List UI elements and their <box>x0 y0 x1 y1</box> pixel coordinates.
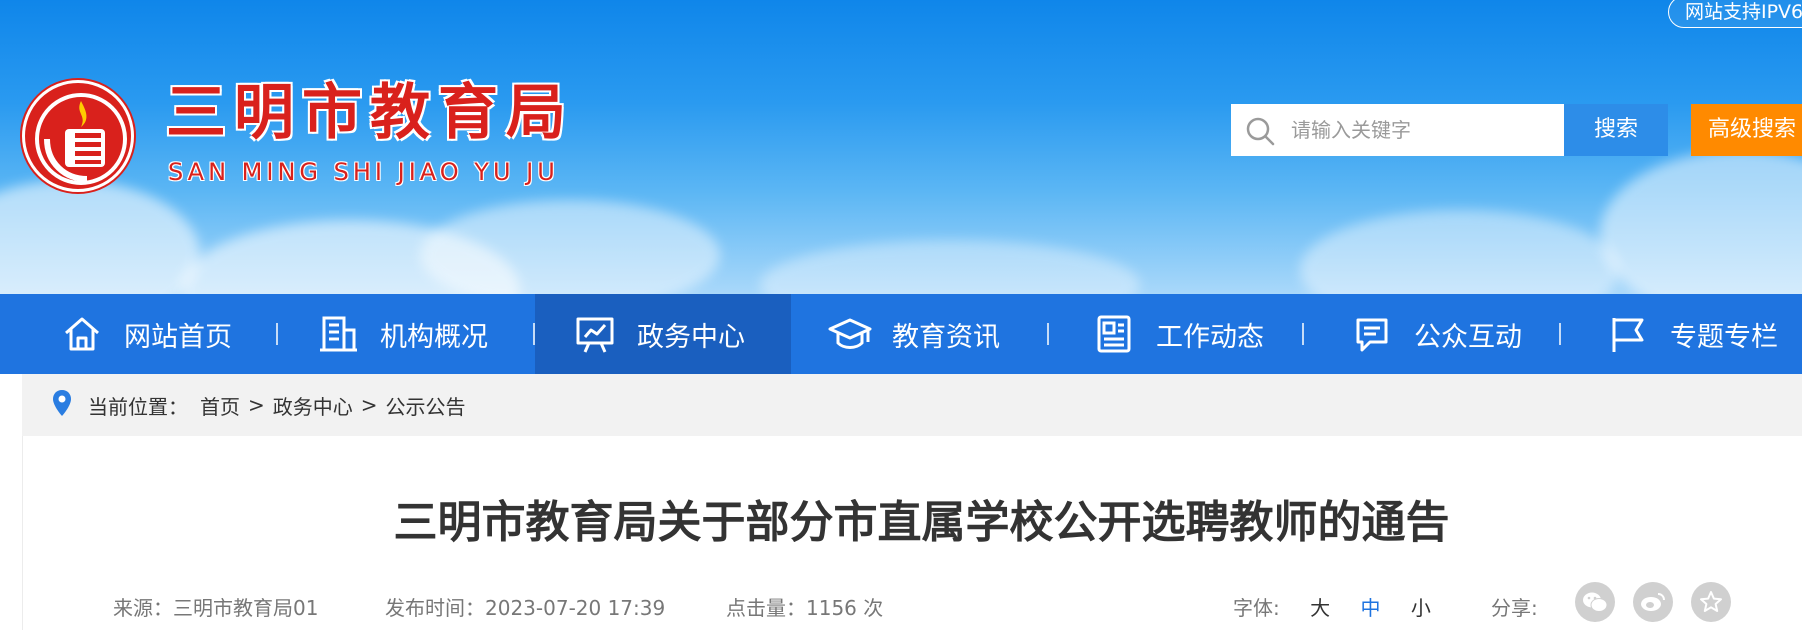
article-title: 三明市教育局关于部分市直属学校公开选聘教师的通告 <box>393 497 1450 548</box>
nav-item-public-interaction[interactable]: 公众互动 <box>1350 294 1522 374</box>
nav-item-education-news[interactable]: 教育资讯 <box>828 294 1000 374</box>
logo-emblem-graphic <box>35 93 127 185</box>
nav-divider <box>533 323 535 345</box>
font-size-label: 字体: <box>1233 596 1280 620</box>
cloud-decoration <box>420 200 720 294</box>
chat-bubble-icon <box>1350 312 1394 356</box>
presentation-board-icon <box>573 312 617 356</box>
font-size-control: 字体: 大 中 小 <box>1233 592 1431 621</box>
home-icon <box>60 312 104 356</box>
graduation-cap-icon <box>828 312 872 356</box>
cloud-decoration <box>1600 150 1802 294</box>
building-icon <box>316 312 360 356</box>
nav-item-label: 政务中心 <box>637 321 745 353</box>
nav-item-label: 公众互动 <box>1414 321 1522 353</box>
breadcrumb-link-government-center[interactable]: 政务中心 <box>273 391 353 420</box>
article-publish-time: 发布时间：2023-07-20 17:39 <box>385 596 666 620</box>
cloud-decoration <box>760 240 1140 294</box>
nav-item-work-updates[interactable]: 工作动态 <box>1092 294 1264 374</box>
site-title[interactable]: 三明市教育局 <box>166 78 574 148</box>
nav-item-label: 专题专栏 <box>1670 321 1778 353</box>
nav-item-organization[interactable]: 机构概况 <box>316 294 488 374</box>
ipv6-badge: 网站支持IPV6 <box>1668 0 1802 28</box>
share-label: 分享: <box>1491 596 1538 620</box>
article-view-count: 点击量：1156 次 <box>726 596 884 620</box>
breadcrumb-separator: > <box>248 393 265 417</box>
nav-item-home[interactable]: 网站首页 <box>60 294 232 374</box>
font-size-small-option[interactable]: 小 <box>1411 596 1431 620</box>
site-header: 网站支持IPV6 三明市教育局 SAN MING SHI JIAO YU JU … <box>0 0 1802 294</box>
newspaper-icon <box>1092 312 1136 356</box>
search-input[interactable] <box>1291 104 1551 156</box>
cloud-decoration <box>0 180 200 294</box>
nav-item-label: 教育资讯 <box>892 321 1000 353</box>
site-subtitle: SAN MING SHI JIAO YU JU <box>168 158 559 186</box>
cloud-decoration <box>1300 210 1620 294</box>
favorite-star-icon[interactable] <box>1691 582 1731 622</box>
search-box <box>1231 104 1564 156</box>
search-button[interactable]: 搜索 <box>1564 104 1668 156</box>
weibo-icon[interactable] <box>1633 582 1673 622</box>
logo-emblem-icon <box>22 80 134 192</box>
nav-divider <box>1302 323 1304 345</box>
breadcrumb-separator: > <box>360 393 378 417</box>
main-nav: 网站首页 机构概况 政务中心 教育资讯 工作动态 公众互动 专题专栏 <box>0 294 1802 374</box>
font-size-medium-option[interactable]: 中 <box>1360 596 1380 620</box>
nav-item-government-center[interactable]: 政务中心 <box>535 294 791 374</box>
breadcrumb-link-announcements[interactable]: 公示公告 <box>386 391 466 420</box>
location-pin-icon <box>52 389 72 422</box>
flag-icon <box>1606 312 1650 356</box>
nav-divider <box>276 323 278 345</box>
nav-item-label: 工作动态 <box>1156 321 1264 353</box>
advanced-search-button[interactable]: 高级搜索 <box>1691 104 1802 156</box>
breadcrumb: 当前位置： 首页 > 政务中心 > 公示公告 <box>22 374 1802 436</box>
article-source: 来源：三明市教育局01 <box>113 596 319 620</box>
search-icon <box>1245 116 1275 150</box>
nav-item-special-topics[interactable]: 专题专栏 <box>1606 294 1778 374</box>
font-size-large-option[interactable]: 大 <box>1310 596 1330 620</box>
nav-item-label: 网站首页 <box>124 321 232 353</box>
nav-item-label: 机构概况 <box>380 321 488 353</box>
breadcrumb-prefix: 当前位置： <box>88 394 188 419</box>
nav-divider <box>1559 323 1561 345</box>
breadcrumb-link-home[interactable]: 首页 <box>200 391 240 420</box>
wechat-icon[interactable] <box>1575 582 1615 622</box>
nav-divider <box>1047 323 1049 345</box>
